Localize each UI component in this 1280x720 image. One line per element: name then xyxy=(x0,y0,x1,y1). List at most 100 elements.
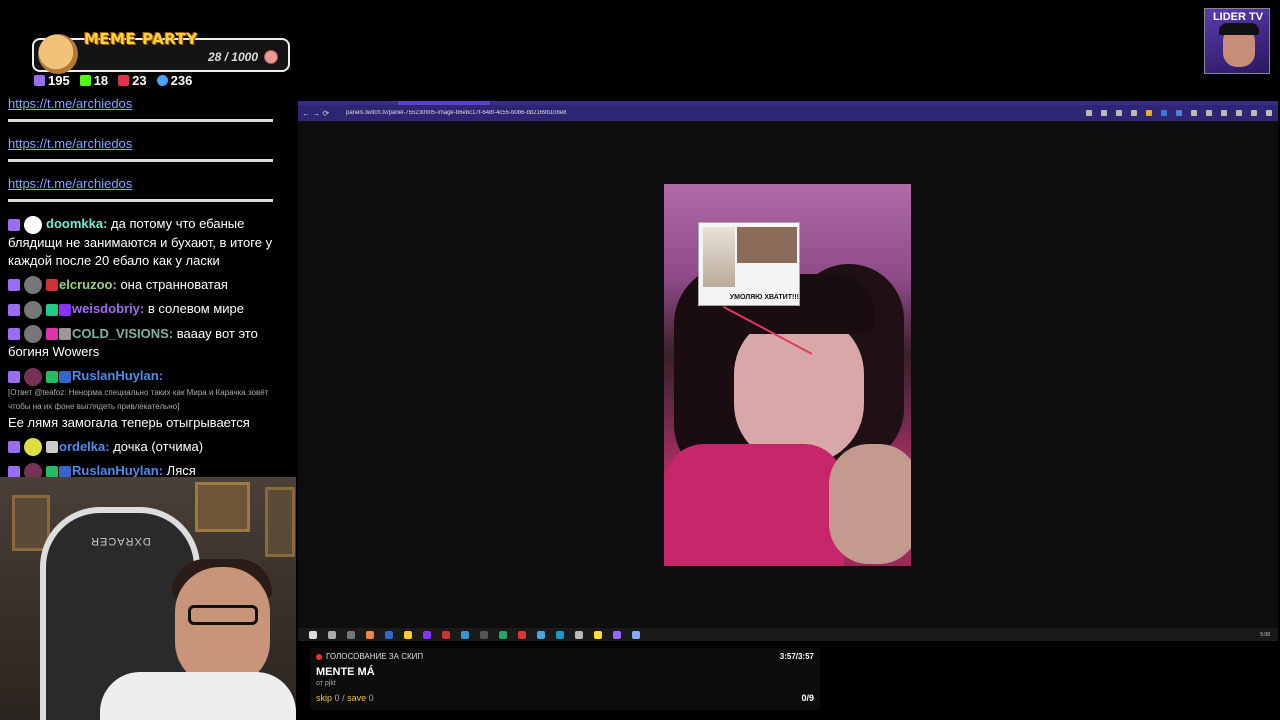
chat-username[interactable]: elcruzoo xyxy=(59,277,112,292)
system-clock: 5:08 xyxy=(1260,631,1270,638)
browser-window: ← → ⟳ panels.twitch.tv/panel-755230905-i… xyxy=(298,101,1278,641)
chat-message: COLD_VISIONS: вааау вот это богиня Wower… xyxy=(8,325,288,362)
taskbar-app-icon[interactable] xyxy=(594,630,602,639)
chat-message: ordelka: дочка (отчима) xyxy=(8,438,288,457)
vote-title: ГОЛОСОВАНИЕ ЗА СКИП xyxy=(326,652,424,661)
extensions-icon[interactable] xyxy=(1221,110,1227,116)
profile-icon[interactable] xyxy=(1251,110,1257,116)
taskbar-app-icon[interactable] xyxy=(366,630,374,639)
avatar-cap xyxy=(1219,23,1259,35)
cast-icon[interactable] xyxy=(1116,110,1122,116)
colon: : xyxy=(168,325,174,341)
folder-icon[interactable] xyxy=(404,630,412,639)
streamer-shirt xyxy=(100,672,296,720)
avatar xyxy=(24,325,42,344)
taskbar-app-icon[interactable] xyxy=(613,630,621,639)
live-icon xyxy=(118,75,130,86)
pink-jacket xyxy=(664,444,844,566)
search-icon[interactable] xyxy=(328,630,336,639)
skip-vote-widget: ГОЛОСОВАНИЕ ЗА СКИП 3:57/3:57 MENTE MÁ о… xyxy=(310,648,820,710)
star-icon[interactable] xyxy=(1101,110,1107,116)
nav-buttons[interactable]: ← → ⟳ xyxy=(302,109,342,118)
divider xyxy=(8,159,273,162)
vote-tally: 0/9 xyxy=(801,693,814,703)
chat-username[interactable]: RuslanHuylan xyxy=(72,368,159,383)
stat-twitch: 195 xyxy=(34,73,70,88)
colon: : xyxy=(158,368,164,384)
chat-link[interactable]: https://t.me/archiedos xyxy=(8,95,288,113)
stat-viewers: 236 xyxy=(156,73,192,88)
url-field[interactable]: panels.twitch.tv/panel-755230905-image-b… xyxy=(346,110,1046,116)
webcam-feed: DXRACER xyxy=(0,477,296,720)
divider xyxy=(8,119,273,122)
chat-message: weisdobriy: в солевом мире xyxy=(8,300,288,319)
avatar xyxy=(24,276,42,295)
telegram-icon[interactable] xyxy=(556,630,564,639)
extension-icon[interactable] xyxy=(1176,110,1182,116)
chat-username[interactable]: ordelka xyxy=(59,439,105,454)
badge-icon xyxy=(59,328,71,341)
chat-panel: https://t.me/archiedos https://t.me/arch… xyxy=(0,95,296,481)
extension-icon[interactable] xyxy=(1206,110,1212,116)
song-requester: от pjkt xyxy=(316,680,336,687)
inset-caption: УМОЛЯЮ ХВАТИТ!!! xyxy=(729,294,799,301)
extension-icon[interactable] xyxy=(1161,110,1167,116)
colon: : xyxy=(112,276,117,292)
bubble-tea-cup xyxy=(703,227,735,287)
twitch-icon xyxy=(8,218,20,231)
taskbar-app-icon[interactable] xyxy=(347,630,355,639)
glasses xyxy=(188,605,258,625)
divider xyxy=(8,199,273,202)
chat-username[interactable]: doomkka xyxy=(46,216,103,231)
doge-icon xyxy=(38,34,78,74)
chair-brand: DXRACER xyxy=(90,535,151,547)
taskbar-app-icon[interactable] xyxy=(537,630,545,639)
meme-party-widget: MEME PARTY 28 / 1000 xyxy=(32,30,290,74)
badge-icon xyxy=(46,370,58,383)
twitch-icon xyxy=(8,279,20,292)
save-label: save xyxy=(347,693,367,703)
browser-toolbar xyxy=(1086,110,1272,116)
skip-label: skip xyxy=(316,693,333,703)
taskbar-app-icon[interactable] xyxy=(385,630,393,639)
taskbar-app-icon[interactable] xyxy=(518,630,526,639)
chat-message: elcruzoo: она странноватая xyxy=(8,276,288,295)
channel-title: LIDER TV xyxy=(1212,11,1264,23)
download-icon[interactable] xyxy=(1236,110,1242,116)
search-icon[interactable] xyxy=(1086,110,1092,116)
taskbar-app-icon[interactable] xyxy=(499,630,507,639)
chat-username[interactable]: weisdobriy xyxy=(72,301,140,316)
meme-party-progress: 28 / 1000 xyxy=(207,50,258,64)
face-shape xyxy=(734,314,864,464)
taskbar-app-icon[interactable] xyxy=(632,630,640,639)
twitch-icon xyxy=(8,303,20,316)
badge-icon xyxy=(46,328,58,341)
colon: : xyxy=(139,301,145,317)
extension-icon[interactable] xyxy=(1146,110,1152,116)
chat-text: дочка (отчима) xyxy=(113,438,204,454)
chat-link[interactable]: https://t.me/archiedos xyxy=(8,135,288,153)
gift-icon xyxy=(59,370,71,383)
twitch-icon xyxy=(8,370,20,383)
taskbar-app-icon[interactable] xyxy=(480,630,488,639)
stat-value: 195 xyxy=(48,73,70,88)
menu-icon[interactable] xyxy=(1266,110,1272,116)
chat-message: doomkka: да потому что ебаные блядищи не… xyxy=(8,215,288,270)
taskbar-app-icon[interactable] xyxy=(575,630,583,639)
separator: / xyxy=(342,693,345,703)
stat-kick: 18 xyxy=(79,73,108,88)
chat-link[interactable]: https://t.me/archiedos xyxy=(8,175,288,193)
mute-icon xyxy=(46,441,58,454)
start-icon[interactable] xyxy=(309,630,317,639)
avatar xyxy=(24,367,42,386)
taskbar-app-icon[interactable] xyxy=(442,630,450,639)
print-icon[interactable] xyxy=(1131,110,1137,116)
chat-message: RuslanHuylan: [Ответ @teafoz: Ненорма сп… xyxy=(8,367,288,432)
kick-icon xyxy=(79,75,91,86)
chat-username[interactable]: COLD_VISIONS xyxy=(72,326,169,341)
taskbar-app-icon[interactable] xyxy=(423,630,431,639)
song-time: 3:57/3:57 xyxy=(779,652,814,661)
extension-icon[interactable] xyxy=(1191,110,1197,116)
twitch-icon xyxy=(34,75,45,86)
taskbar-app-icon[interactable] xyxy=(461,630,469,639)
